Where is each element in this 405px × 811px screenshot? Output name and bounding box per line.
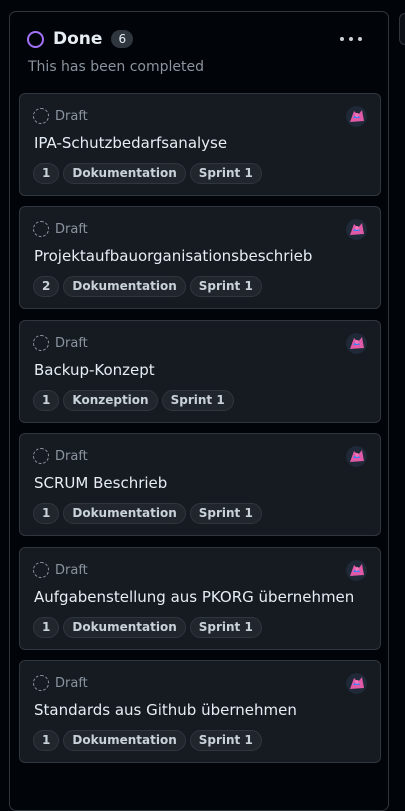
more-dot-icon (349, 37, 353, 41)
estimate-label: 1 (33, 617, 60, 638)
card-labels: 2 Dokumentation Sprint 1 (33, 276, 262, 297)
draft-status: Draft (33, 335, 88, 351)
estimate-label: 1 (33, 390, 60, 411)
estimate-label: 1 (33, 503, 60, 524)
draft-label: Draft (55, 448, 88, 464)
card-title[interactable]: SCRUM Beschrieb (34, 474, 167, 492)
sprint-label: Sprint 1 (189, 617, 262, 638)
card-title[interactable]: Aufgabenstellung aus PKORG übernehmen (34, 588, 354, 606)
more-dot-icon (358, 37, 362, 41)
assignee-avatar[interactable] (346, 106, 367, 127)
assignee-avatar[interactable] (346, 333, 367, 354)
card[interactable]: Draft IPA-Schutzbedarfsanalyse 1 Dokumen… (19, 93, 381, 196)
estimate-label: 1 (33, 163, 60, 184)
card-title[interactable]: Backup-Konzept (34, 361, 155, 379)
type-label: Dokumentation (63, 163, 186, 184)
draft-label: Draft (55, 335, 88, 351)
type-label: Konzeption (63, 390, 158, 411)
assignee-avatar[interactable] (346, 446, 367, 467)
column-title: Done (53, 29, 103, 49)
draft-icon (33, 448, 49, 464)
card[interactable]: Draft Standards aus Github übernehmen 1 … (19, 660, 381, 763)
draft-icon (33, 108, 49, 124)
card-title[interactable]: Projektaufbauorganisationsbeschrieb (34, 247, 312, 265)
column-description: This has been completed (28, 59, 204, 75)
draft-label: Draft (55, 221, 88, 237)
card-labels: 1 Dokumentation Sprint 1 (33, 617, 262, 638)
assignee-avatar[interactable] (346, 673, 367, 694)
type-label: Dokumentation (63, 730, 186, 751)
board-column-done: Done 6 This has been completed Draft IPA… (9, 11, 389, 811)
estimate-label: 2 (33, 276, 60, 297)
draft-label: Draft (55, 562, 88, 578)
draft-status: Draft (33, 562, 88, 578)
draft-label: Draft (55, 675, 88, 691)
card-labels: 1 Dokumentation Sprint 1 (33, 503, 262, 524)
column-header: Done 6 (27, 29, 134, 49)
sprint-label: Sprint 1 (189, 503, 262, 524)
draft-icon (33, 562, 49, 578)
more-dot-icon (340, 37, 344, 41)
next-column-edge[interactable] (399, 13, 405, 45)
card-labels: 1 Dokumentation Sprint 1 (33, 163, 262, 184)
card[interactable]: Draft Aufgabenstellung aus PKORG überneh… (19, 547, 381, 650)
draft-status: Draft (33, 448, 88, 464)
assignee-avatar[interactable] (346, 560, 367, 581)
card-labels: 1 Konzeption Sprint 1 (33, 390, 234, 411)
estimate-label: 1 (33, 730, 60, 751)
done-status-icon (27, 30, 44, 48)
item-count-badge: 6 (111, 30, 134, 48)
type-label: Dokumentation (63, 276, 186, 297)
sprint-label: Sprint 1 (189, 276, 262, 297)
card[interactable]: Draft Projektaufbauorganisationsbeschrie… (19, 206, 381, 309)
card-title[interactable]: Standards aus Github übernehmen (34, 701, 297, 719)
sprint-label: Sprint 1 (189, 730, 262, 751)
draft-icon (33, 335, 49, 351)
draft-icon (33, 675, 49, 691)
card[interactable]: Draft Backup-Konzept 1 Konzeption Sprint… (19, 320, 381, 423)
assignee-avatar[interactable] (346, 219, 367, 240)
type-label: Dokumentation (63, 617, 186, 638)
card[interactable]: Draft SCRUM Beschrieb 1 Dokumentation Sp… (19, 433, 381, 536)
card-labels: 1 Dokumentation Sprint 1 (33, 730, 262, 751)
draft-status: Draft (33, 108, 88, 124)
draft-status: Draft (33, 221, 88, 237)
draft-icon (33, 221, 49, 237)
sprint-label: Sprint 1 (161, 390, 234, 411)
draft-status: Draft (33, 675, 88, 691)
sprint-label: Sprint 1 (189, 163, 262, 184)
column-menu-button[interactable] (340, 31, 362, 47)
type-label: Dokumentation (63, 503, 186, 524)
draft-label: Draft (55, 108, 88, 124)
card-title[interactable]: IPA-Schutzbedarfsanalyse (34, 134, 227, 152)
